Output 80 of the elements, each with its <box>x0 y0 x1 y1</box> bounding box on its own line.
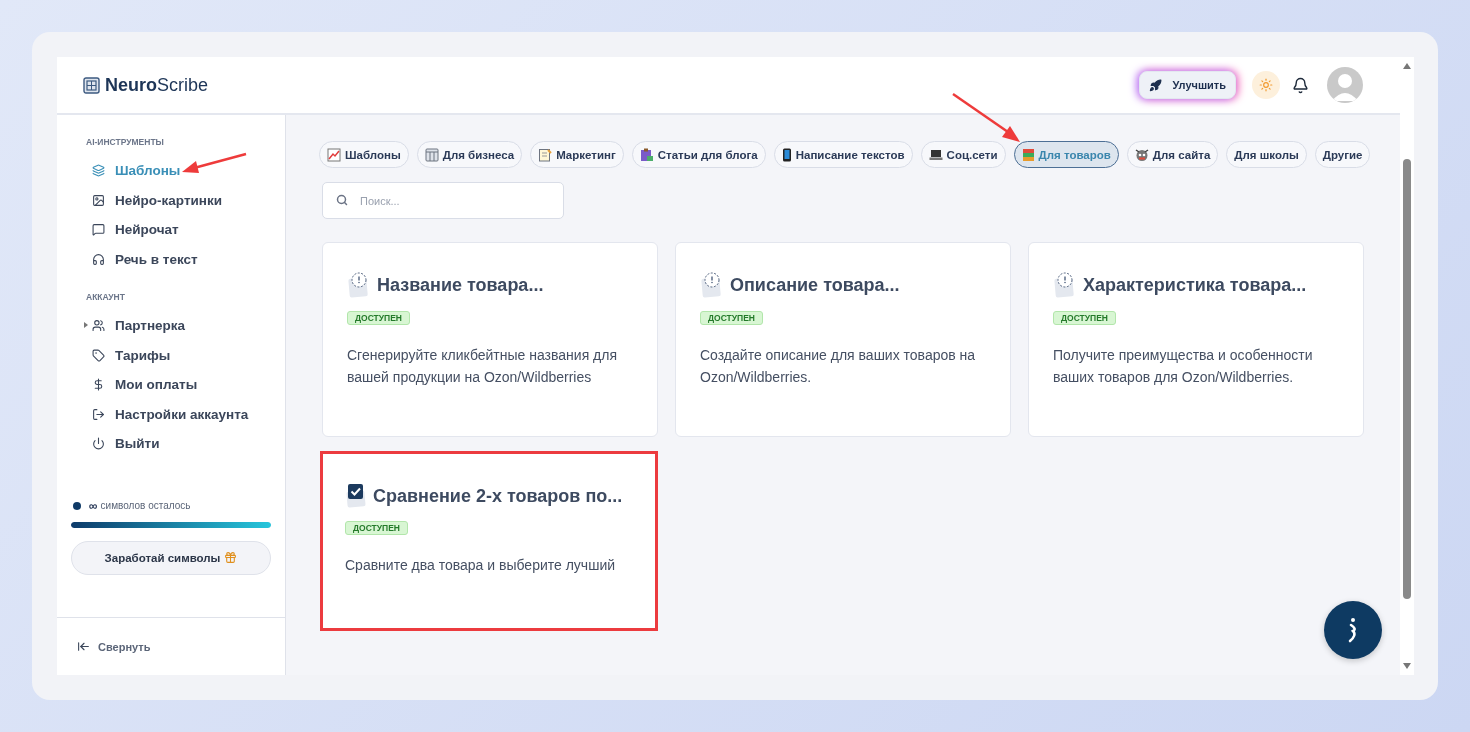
card-title: Название товара... <box>377 274 544 296</box>
category-tab[interactable]: Написание текстов <box>773 141 913 168</box>
credit-amount: ∞ <box>89 498 98 513</box>
annotation-arrow <box>180 150 248 176</box>
category-tab[interactable]: Маркетинг <box>530 141 624 168</box>
card-description: Получите преимущества и особенности ваших товаров для Ozon/Wildberries. <box>1053 346 1314 387</box>
status-label: ДОСТУПЕН <box>347 311 410 325</box>
card-title: Сравнение 2-х товаров по... <box>373 485 623 507</box>
status-dot <box>73 501 81 510</box>
upgrade-button[interactable]: Улучшить <box>1139 71 1236 99</box>
logo-text[interactable]: NeuroScribe <box>105 74 209 96</box>
nav-icon <box>92 378 105 392</box>
books-icon <box>1021 147 1035 162</box>
sidebar-item[interactable]: Мои оплаты <box>71 370 271 400</box>
sun-icon <box>1259 78 1273 92</box>
calendar-icon <box>424 147 439 162</box>
category-tab[interactable]: Шаблоны <box>319 141 409 168</box>
scrollbar[interactable] <box>1400 57 1414 675</box>
category-tab[interactable]: Другие <box>1314 141 1371 168</box>
note-clock-icon <box>1053 271 1077 299</box>
notifications-button[interactable] <box>1292 76 1309 94</box>
collapse-icon <box>77 640 90 653</box>
status-label: ДОСТУПЕН <box>700 311 763 325</box>
sidebar-item[interactable]: Нейрочат <box>71 215 271 245</box>
scroll-thumb[interactable] <box>1403 159 1411 599</box>
category-tab[interactable]: Статьи для блога <box>631 141 766 168</box>
sidebar-item[interactable]: Партнерка <box>71 311 271 341</box>
rocket-icon <box>1149 78 1163 92</box>
nav-icon <box>92 193 105 207</box>
nav-icon <box>92 319 105 333</box>
section-title: АККАУНТ <box>85 292 126 302</box>
bell-icon <box>1292 76 1309 94</box>
clipboard-icon <box>639 147 654 162</box>
checkbox-icon <box>345 483 367 509</box>
category-tab[interactable]: Соц.сети <box>920 141 1006 168</box>
scroll-up-icon <box>1403 63 1411 69</box>
scroll-down-icon <box>1403 663 1411 669</box>
category-tab[interactable]: Для школы <box>1226 141 1307 168</box>
annotation-arrow <box>950 90 1022 144</box>
sidebar-item[interactable]: Речь в текст <box>71 244 271 274</box>
card-description: Сгенерируйте кликбейтные названия для вашей продукции на Ozon/Wildberries <box>347 346 619 387</box>
credit-label: символов осталось <box>100 500 191 511</box>
earn-button[interactable]: Заработай символы <box>71 540 271 575</box>
nav-icon <box>92 252 105 266</box>
nav-icon <box>92 437 105 451</box>
template-card[interactable]: Сравнение 2-х товаров по... ДОСТУПЕН Сравните два товара и выберите лучший <box>320 451 658 631</box>
nav-icon <box>92 348 105 362</box>
sidebar-item[interactable]: Тарифы <box>71 340 271 370</box>
note-clock-icon <box>347 271 371 299</box>
theme-toggle-button[interactable] <box>1252 71 1280 99</box>
nav-icon <box>92 407 105 421</box>
collapse-button[interactable]: Свернуть <box>77 640 151 653</box>
laptop-icon <box>928 148 943 161</box>
sidebar-item[interactable]: Настройки аккаунта <box>71 399 271 429</box>
category-tab[interactable]: Для сайта <box>1126 141 1219 168</box>
nav-icon <box>92 223 105 237</box>
status-label: ДОСТУПЕН <box>345 521 408 535</box>
chart-icon <box>327 147 341 162</box>
search-field[interactable]: Поиск... <box>322 182 564 219</box>
card-title: Характеристика товара... <box>1083 274 1307 296</box>
card-description: Создайте описание для ваших товаров на Ozon/Wildberries. <box>700 346 977 387</box>
sidebar-item[interactable]: Нейро-картинки <box>71 185 271 215</box>
card-description: Сравните два товара и выберите лучший <box>345 556 617 575</box>
template-card[interactable]: Описание товара... ДОСТУПЕН Создайте описание для ваших товаров на Ozon/Wildberries. <box>675 242 1011 437</box>
nav-icon <box>92 164 105 178</box>
template-card[interactable]: Название товара... ДОСТУПЕН Сгенерируйте кликбейтные названия для вашей продукции на Ozon/Wildberries <box>322 242 658 437</box>
section-title: AI-ИНСТРУМЕНТЫ <box>85 137 165 147</box>
sidebar-item[interactable]: Выйти <box>71 429 271 459</box>
sidebar-item[interactable]: Шаблоны <box>71 156 271 186</box>
memo-icon <box>538 147 553 162</box>
logo-icon <box>83 76 100 94</box>
search-icon <box>336 194 348 206</box>
template-card[interactable]: Характеристика товара... ДОСТУПЕН Получите преимущества и особенности ваших товаров для Ozon/Wildberries. <box>1028 242 1364 437</box>
category-tab[interactable]: Для бизнеса <box>416 141 523 168</box>
gift-icon <box>224 551 238 564</box>
note-clock-icon <box>700 271 724 299</box>
robot-face-icon <box>1134 147 1149 162</box>
phone-icon <box>781 147 792 162</box>
status-label: ДОСТУПЕН <box>1053 311 1116 325</box>
card-title: Описание товара... <box>730 274 900 296</box>
